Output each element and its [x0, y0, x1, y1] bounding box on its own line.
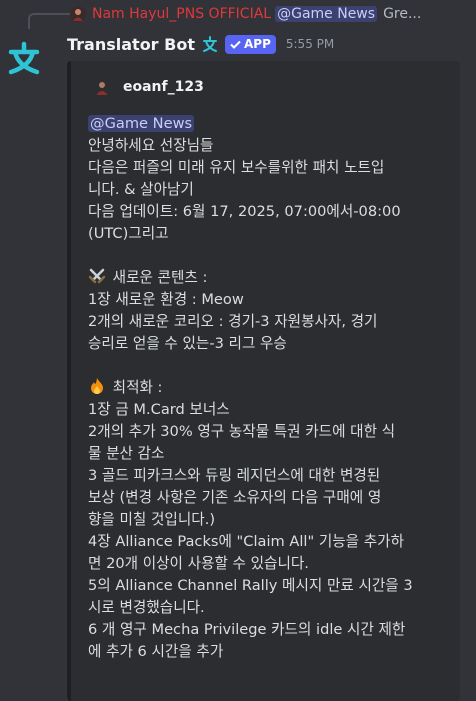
message-timestamp[interactable]: 5:55 PM — [286, 37, 334, 51]
description-line: 다음 업데이트: 6월 17, 2025, 07:00에서-08:00 — [88, 203, 401, 220]
section-heading-optimization: 최적화 : — [88, 377, 448, 399]
description-line: 2개의 추가 30% 영구 농작물 특권 카드에 대한 식 — [88, 423, 396, 440]
description-line: 안녕하세요 선장님들 — [88, 137, 214, 154]
bot-username[interactable]: Translator Bot — [67, 35, 195, 54]
reply-author-name[interactable]: Nam Hayul_PNS OFFICIAL — [92, 6, 271, 22]
message-embed: eoanf_123 @Game News 안녕하세요 선장님들 다음은 퍼즐의 … — [67, 61, 460, 701]
translate-icon — [202, 36, 217, 52]
description-line: 1장 새로운 환경 : Meow — [88, 291, 244, 308]
description-line: 보상 (변경 사항은 기존 소유자의 다음 구매에 영 — [88, 489, 382, 506]
description-line: 3 골드 피카크스와 듀링 레지던스에 대한 변경된 — [88, 467, 381, 484]
description-line: 6 개 영구 Mecha Privilege 카드의 idle 시간 제한 — [88, 621, 406, 638]
description-line: 다음은 퍼즐의 미래 유지 보수를위한 패치 노트입 — [88, 159, 385, 176]
section-heading-content: 새로운 콘텐츠 : — [88, 267, 448, 289]
description-line: 향을 미칠 것입니다.) — [88, 511, 216, 528]
fire-icon — [91, 378, 103, 394]
embed-description: @Game News 안녕하세요 선장님들 다음은 퍼즐의 미래 유지 보수를위… — [88, 113, 448, 663]
embed-mention[interactable]: @Game News — [88, 115, 195, 132]
embed-author-name[interactable]: eoanf_123 — [123, 79, 204, 95]
description-line: 2개의 새로운 코리오 : 경기-3 자원봉사자, 경기 — [88, 313, 378, 330]
checkmark-icon — [230, 40, 241, 49]
app-badge-label: APP — [243, 37, 271, 51]
reply-mention[interactable]: @Game News — [275, 6, 378, 22]
message-header: Translator Bot APP 5:55 PM — [67, 32, 334, 56]
description-line: 면 20개 이상이 사용할 수 있습니다. — [88, 555, 309, 572]
app-badge: APP — [224, 34, 276, 54]
description-line: 에 추가 6 시간을 추가 — [88, 643, 224, 660]
description-line: 5의 Alliance Channel Rally 메시지 만료 시간을 3 — [88, 577, 413, 594]
description-line: 물 분산 감소 — [88, 445, 165, 462]
description-line: 시로 변경했습니다. — [88, 599, 205, 616]
description-line: 니다. & 살아남기 — [88, 181, 194, 198]
description-line: 1장 금 M.Card 보너스 — [88, 401, 230, 418]
description-line: (UTC)그리고 — [88, 225, 169, 242]
reply-preview[interactable]: Nam Hayul_PNS OFFICIAL @Game News Gre... — [70, 4, 476, 24]
embed-author: eoanf_123 — [93, 78, 204, 96]
description-line: 4장 Alliance Packs에 "Claim All" 기능을 추가하 — [88, 533, 405, 550]
reply-connector — [28, 13, 70, 29]
description-line: 승리로 얻을 수 있는-3 리그 우승 — [88, 335, 287, 352]
section-heading-text: 새로운 콘텐츠 : — [112, 269, 208, 286]
crossed-swords-icon — [88, 268, 106, 284]
reply-author-avatar[interactable] — [70, 6, 86, 22]
bot-avatar-translate-icon[interactable] — [4, 38, 44, 78]
embed-author-avatar — [93, 78, 111, 96]
reply-text[interactable]: Gre... — [383, 6, 421, 22]
section-heading-text: 최적화 : — [112, 379, 163, 396]
